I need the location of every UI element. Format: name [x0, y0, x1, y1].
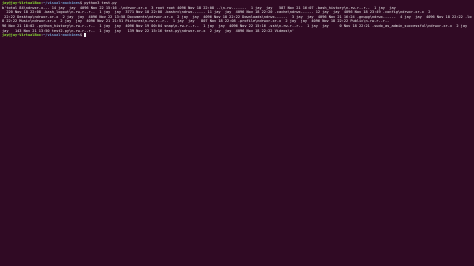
- terminal-window[interactable]: jay@jay-VirtualBox:~/visual-machines$ py…: [0, 0, 474, 266]
- text-cursor: [84, 33, 87, 37]
- prompt-path: ~/visual-machines: [43, 33, 80, 38]
- command-text: python3 test.py: [84, 1, 117, 5]
- active-prompt-line[interactable]: jay@jay-VirtualBox:~/visual-machines$: [2, 33, 472, 38]
- output-line: 96 Nov 21 18:02 .python_history\n-rw-r--…: [2, 23, 468, 28]
- prompt-user: jay@jay-VirtualBox: [2, 33, 41, 38]
- prompt-user: jay@jay-VirtualBox: [2, 1, 41, 5]
- prompt-path: ~/visual-machines: [43, 1, 80, 5]
